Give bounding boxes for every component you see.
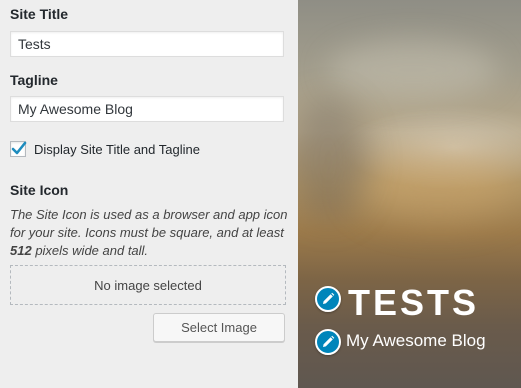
preview-site-tagline[interactable]: My Awesome Blog [346, 331, 486, 351]
preview-background-wood [358, 150, 518, 220]
preview-background-highlight [328, 40, 498, 100]
edit-tagline-pencil-icon[interactable] [315, 329, 341, 355]
site-icon-description: The Site Icon is used as a browser and a… [10, 206, 290, 260]
site-preview: TESTS My Awesome Blog [298, 0, 521, 388]
tagline-input[interactable] [10, 96, 284, 122]
site-icon-label: Site Icon [10, 182, 69, 198]
site-icon-desc-size: 512 [10, 243, 32, 258]
select-image-button[interactable]: Select Image [153, 313, 285, 342]
display-title-tagline-row: Display Site Title and Tagline [10, 141, 200, 157]
customizer-panel: Site Title Tagline Display Site Title an… [0, 0, 298, 388]
tagline-label: Tagline [10, 72, 58, 88]
site-title-label: Site Title [10, 6, 69, 22]
edit-title-pencil-icon[interactable] [315, 286, 341, 312]
preview-background-shadow [298, 100, 368, 220]
no-image-text: No image selected [94, 277, 202, 293]
display-title-tagline-checkbox[interactable] [10, 141, 27, 157]
pencil-icon [323, 335, 335, 347]
site-title-input[interactable] [10, 31, 284, 57]
pencil-icon [323, 292, 335, 304]
site-icon-desc-text-1: The Site Icon is used as a browser and a… [10, 207, 288, 240]
checkmark-icon [11, 141, 27, 155]
site-icon-placeholder: No image selected [10, 265, 286, 305]
preview-site-title[interactable]: TESTS [348, 282, 479, 324]
display-title-tagline-label[interactable]: Display Site Title and Tagline [34, 142, 200, 157]
site-icon-desc-text-2: pixels wide and tall. [31, 243, 149, 258]
